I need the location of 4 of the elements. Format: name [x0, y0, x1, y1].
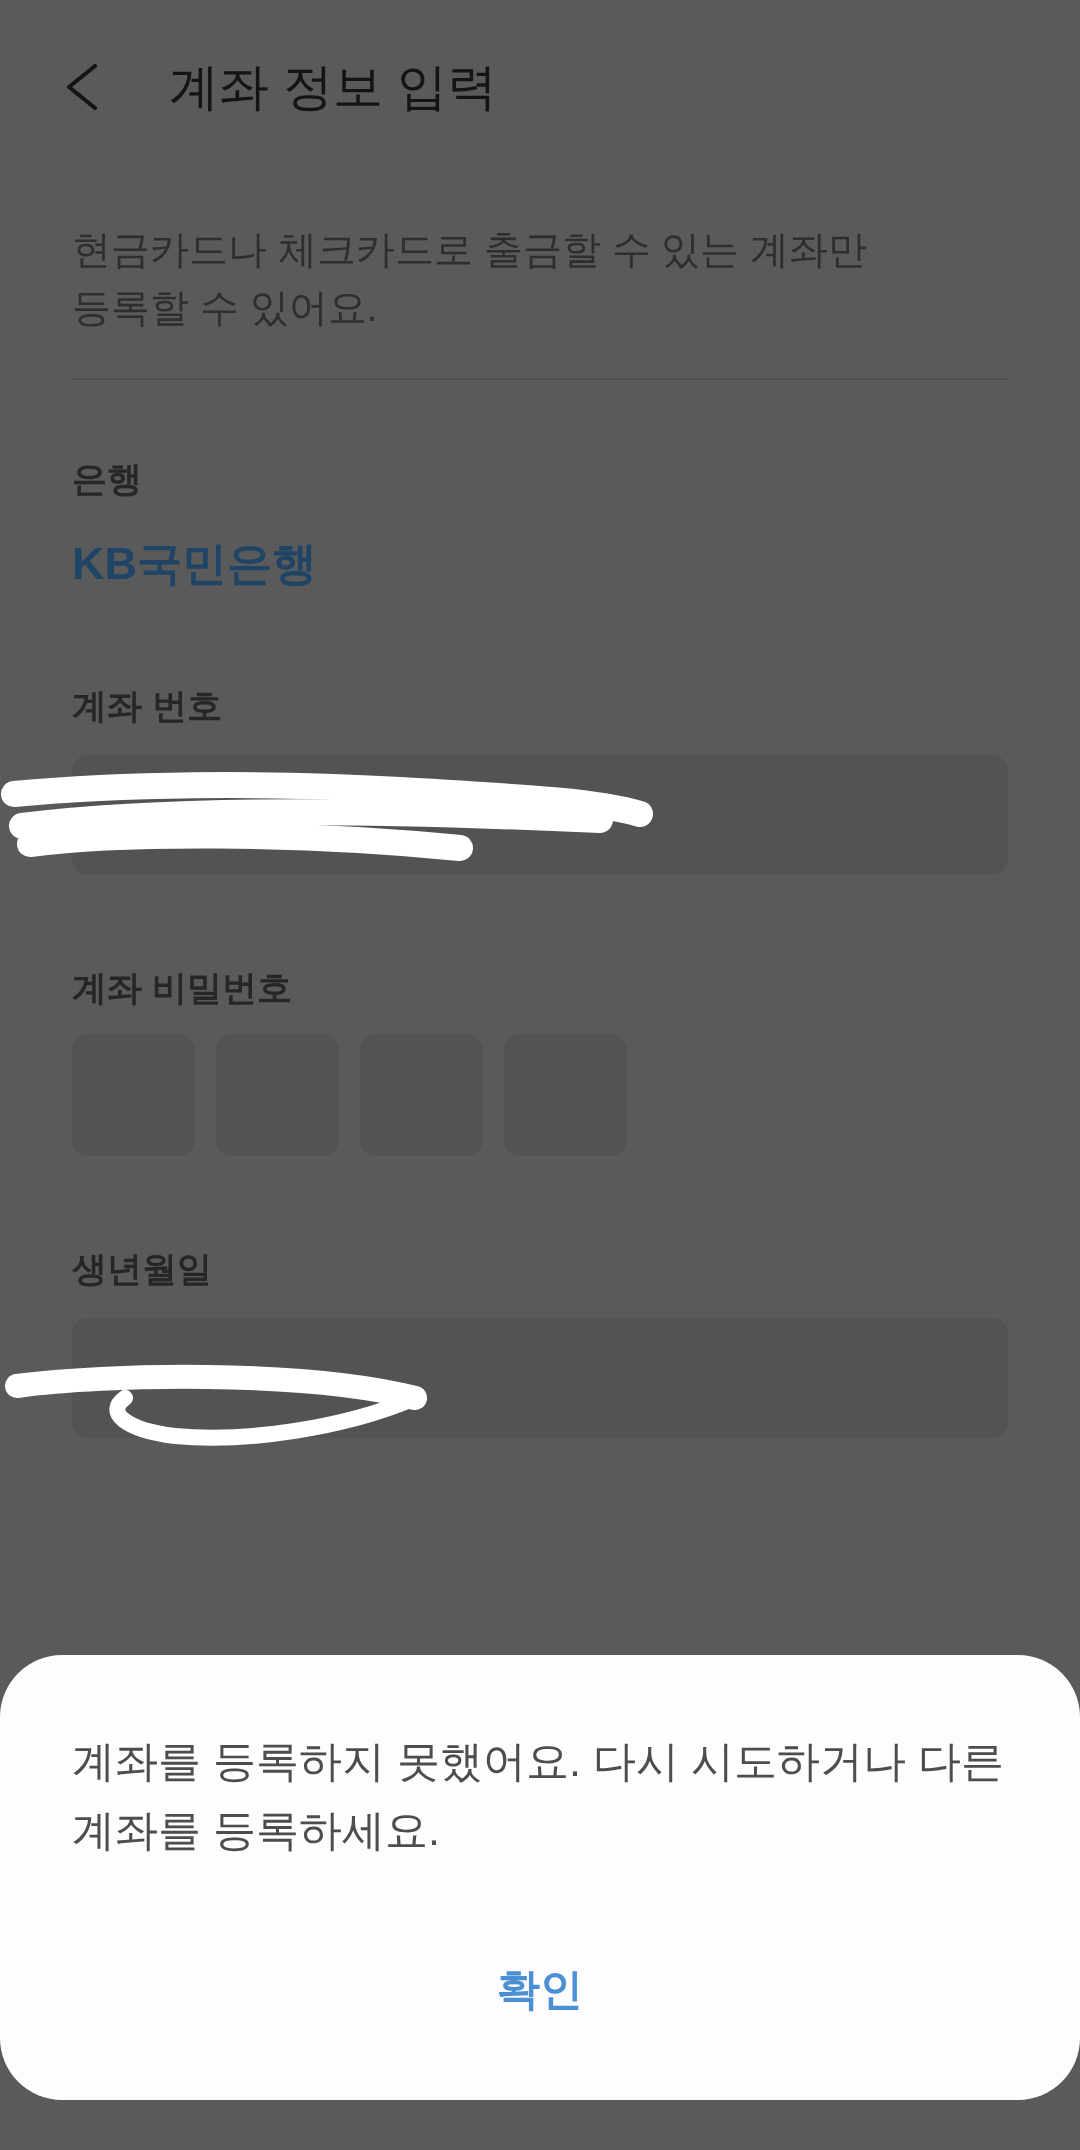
- confirm-button[interactable]: 확인: [473, 1941, 607, 2037]
- page-title: 계좌 정보 입력: [169, 58, 497, 117]
- back-icon: [67, 64, 97, 110]
- dialog-message: 계좌를 등록하지 못했어요. 다시 시도하거나 다른 계좌를 등록하세요.: [72, 1736, 1005, 1856]
